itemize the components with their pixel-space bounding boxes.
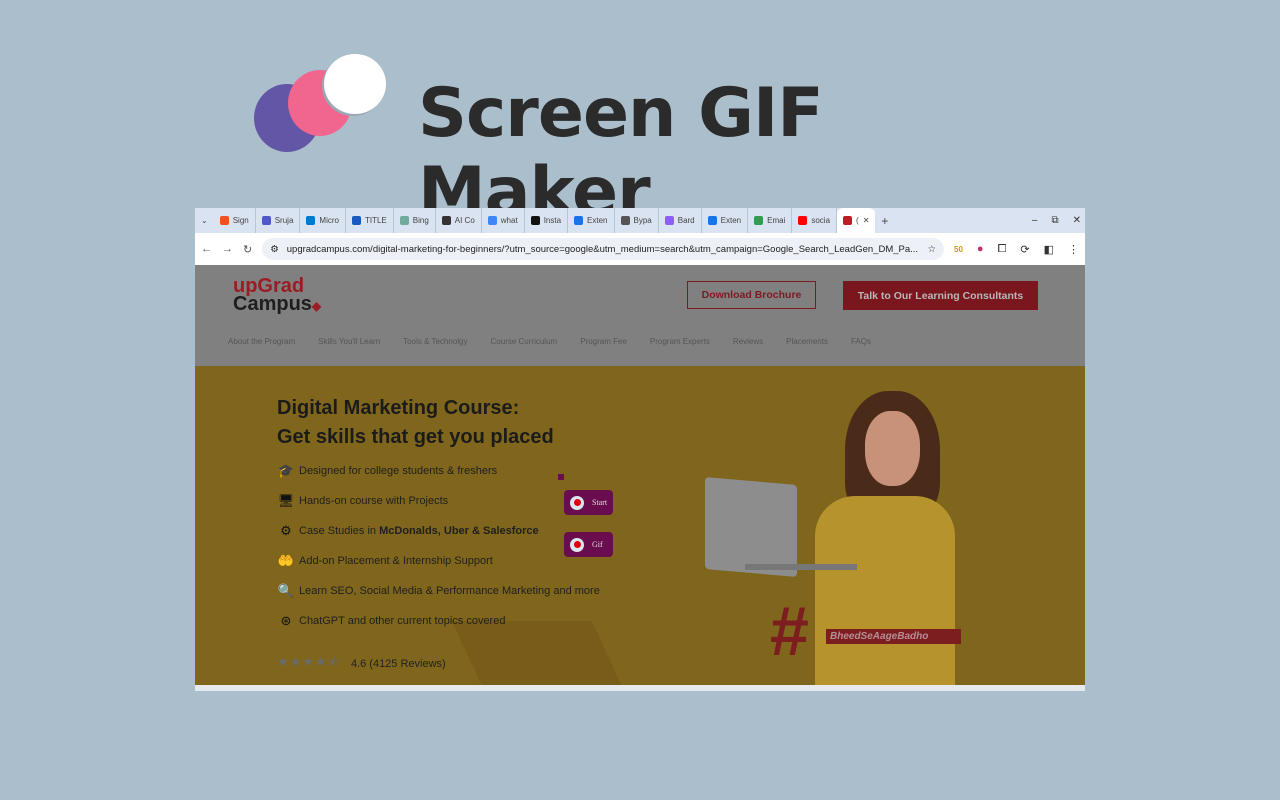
back-button[interactable]: ← <box>201 243 212 255</box>
hero-section: Digital Marketing Course: Get skills tha… <box>195 366 1085 691</box>
tab-8[interactable]: Exten <box>568 208 615 233</box>
bard-icon <box>664 216 674 225</box>
nav-item[interactable]: Skills You'll Learn <box>318 337 380 346</box>
tab-12[interactable]: Emai <box>748 208 793 233</box>
tab-bar: ⌄ Sign Sruja Micro TITLE Bing AI Co what Insta E… <box>195 208 1085 233</box>
chatgpt-icon: ⊛ <box>280 613 292 628</box>
feature-item: 🔍 Learn SEO, Social Media & Performance M… <box>277 583 600 598</box>
feature-item: 🎓 Designed for college students & fresher… <box>277 463 498 478</box>
teams-icon <box>261 216 271 225</box>
extension-badge-icon[interactable]: 50 <box>954 245 963 254</box>
puzzle-icon <box>574 216 584 225</box>
tab-3[interactable]: TITLE <box>346 208 394 233</box>
forward-button[interactable]: → <box>222 243 233 255</box>
word-icon <box>351 216 361 225</box>
graduation-cap-icon: ◆ <box>311 299 322 313</box>
email-icon <box>754 216 764 225</box>
minimize-button[interactable]: – <box>1032 215 1038 226</box>
rating-text: 4.6 (4125 Reviews) <box>350 658 446 670</box>
history-icon[interactable]: ⟳ <box>1020 243 1029 256</box>
nav-item[interactable]: About the Program <box>228 337 295 346</box>
hero-image: # BheedSeAageBadho <box>700 386 1020 686</box>
tab-7[interactable]: Insta <box>525 208 569 233</box>
tab-11[interactable]: Exten <box>702 208 749 233</box>
close-tab-icon[interactable]: ✕ <box>863 216 870 225</box>
logo-circle-white <box>324 54 386 114</box>
feature-item: 🤲 Add-on Placement & Internship Support <box>277 553 493 568</box>
site-settings-icon[interactable]: ⚙ <box>270 244 279 255</box>
tab-0[interactable]: Sign <box>214 208 256 233</box>
recorder-drag-handle[interactable] <box>558 474 564 480</box>
extensions-puzzle-icon[interactable]: ⧠ <box>998 243 1007 256</box>
tab-5[interactable]: AI Co <box>436 208 482 233</box>
url-field[interactable]: ⚙ upgradcampus.com/digital-marketing-for… <box>262 238 944 260</box>
nav-item[interactable]: Placements <box>786 337 828 346</box>
tab-1[interactable]: Sruja <box>256 208 301 233</box>
browser-window: ⌄ Sign Sruja Micro TITLE Bing AI Co what Insta E… <box>195 208 1085 691</box>
hashtag-text: BheedSeAageBadho <box>826 629 961 644</box>
brand-header: Screen GIF Maker <box>250 52 1050 232</box>
nav-item[interactable]: Program Experts <box>650 337 710 346</box>
new-tab-button[interactable]: + <box>875 208 894 233</box>
nav-item[interactable]: Reviews <box>733 337 763 346</box>
graduate-icon: 🎓 <box>277 463 295 478</box>
close-window-button[interactable]: ✕ <box>1073 215 1081 226</box>
url-text: upgradcampus.com/digital-marketing-for-b… <box>286 243 919 255</box>
record-icon <box>570 495 584 510</box>
monitor-icon: 🖥 <box>277 493 295 508</box>
record-icon <box>570 537 584 552</box>
feature-item: ⚙ Case Studies in McDonalds, Uber & Sales… <box>277 522 539 540</box>
tab-14[interactable]: (✕ <box>837 208 876 233</box>
openai-icon <box>620 216 630 225</box>
reload-button[interactable]: ↻ <box>243 243 252 256</box>
wikipedia-icon <box>530 216 540 225</box>
search-megaphone-icon: 🔍 <box>277 583 295 598</box>
copyright-icon <box>441 216 451 225</box>
address-bar-row: ← → ↻ ⚙ upgradcampus.com/digital-marketi… <box>195 233 1085 265</box>
site-header: upGrad Campus◆ Download Brochure Talk to… <box>195 265 1085 366</box>
menu-kebab-icon[interactable]: ⋮ <box>1068 243 1079 256</box>
tab-4[interactable]: Bing <box>394 208 436 233</box>
nav-item[interactable]: Tools & Technolgy <box>403 337 467 346</box>
side-panel-icon[interactable]: ◧ <box>1044 243 1054 256</box>
record-start-button[interactable]: Start <box>564 490 613 515</box>
extension-icon[interactable]: ● <box>977 243 984 255</box>
google-icon <box>487 216 497 225</box>
feature-item: 🖥 Hands-on course with Projects <box>277 493 449 508</box>
gif-button[interactable]: Gif <box>564 532 613 557</box>
nav-item[interactable]: FAQs <box>851 337 871 346</box>
laptop-image <box>705 476 797 578</box>
tab-10[interactable]: Bard <box>659 208 702 233</box>
gear-tools-icon: ⚙ <box>280 523 292 538</box>
hero-headline: Digital Marketing Course: Get skills tha… <box>277 397 554 448</box>
site-nav: About the Program Skills You'll Learn Tool… <box>228 337 871 346</box>
tab-9[interactable]: Bypa <box>615 208 659 233</box>
nav-item[interactable]: Program Fee <box>580 337 627 346</box>
onedrive-icon <box>306 216 316 225</box>
tab-2[interactable]: Micro <box>300 208 346 233</box>
tab-search-button[interactable]: ⌄ <box>195 208 214 233</box>
hand-person-icon: 🤲 <box>277 553 295 568</box>
puzzle-icon <box>707 216 717 225</box>
youtube-icon <box>798 216 808 225</box>
star-rating-icon: ★★★★⯪ <box>277 654 341 669</box>
rating: ★★★★⯪ 4.6 (4125 Reviews) <box>277 653 446 675</box>
upgrad-logo[interactable]: upGrad Campus◆ <box>233 276 322 315</box>
bookmark-star-icon[interactable]: ☆ <box>927 244 936 255</box>
download-brochure-button[interactable]: Download Brochure <box>687 281 816 309</box>
microsoft-icon <box>219 216 229 225</box>
upgrad-icon <box>843 216 853 225</box>
chatgpt-icon <box>399 216 409 225</box>
talk-to-consultants-button[interactable]: Talk to Our Learning Consultants <box>843 281 1038 310</box>
bottom-bar <box>195 685 1085 691</box>
decorative-shape <box>451 621 639 691</box>
hashtag-icon: # <box>770 592 809 670</box>
restore-button[interactable]: ⧉ <box>1051 215 1058 226</box>
nav-item[interactable]: Course Curriculum <box>491 337 558 346</box>
tab-6[interactable]: what <box>482 208 525 233</box>
web-page: upGrad Campus◆ Download Brochure Talk to… <box>195 265 1085 691</box>
feature-item: ⊛ ChatGPT and other current topics covere… <box>277 612 506 630</box>
tab-13[interactable]: socia <box>792 208 838 233</box>
